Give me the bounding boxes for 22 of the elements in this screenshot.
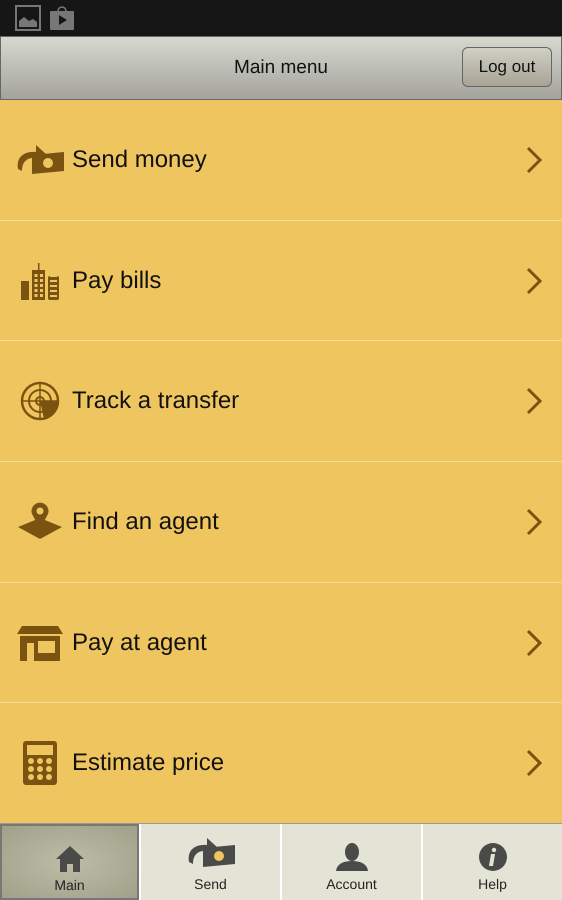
map-pin-icon (16, 502, 64, 542)
logout-button[interactable]: Log out (462, 47, 552, 87)
buildings-icon (20, 260, 60, 300)
home-icon (54, 845, 84, 873)
tab[interactable]: Send (141, 824, 280, 900)
info-icon (478, 842, 508, 872)
shopping-bag-icon (49, 5, 75, 31)
storefront-icon (16, 624, 64, 662)
chevron-icon (526, 749, 542, 778)
chevron-icon (526, 628, 542, 657)
radar-icon (20, 381, 60, 422)
chevron-icon (526, 146, 542, 174)
tab[interactable]: Account (282, 824, 421, 900)
calculator-icon (22, 740, 58, 786)
tab[interactable]: Help (423, 824, 562, 900)
tab[interactable]: Main (0, 824, 139, 900)
gallery-icon (15, 5, 41, 31)
chevron-icon (526, 387, 542, 416)
chevron-icon (526, 508, 542, 536)
person-icon (334, 842, 368, 872)
screen-title: Main menu (234, 57, 328, 79)
chevron-icon (526, 266, 542, 294)
